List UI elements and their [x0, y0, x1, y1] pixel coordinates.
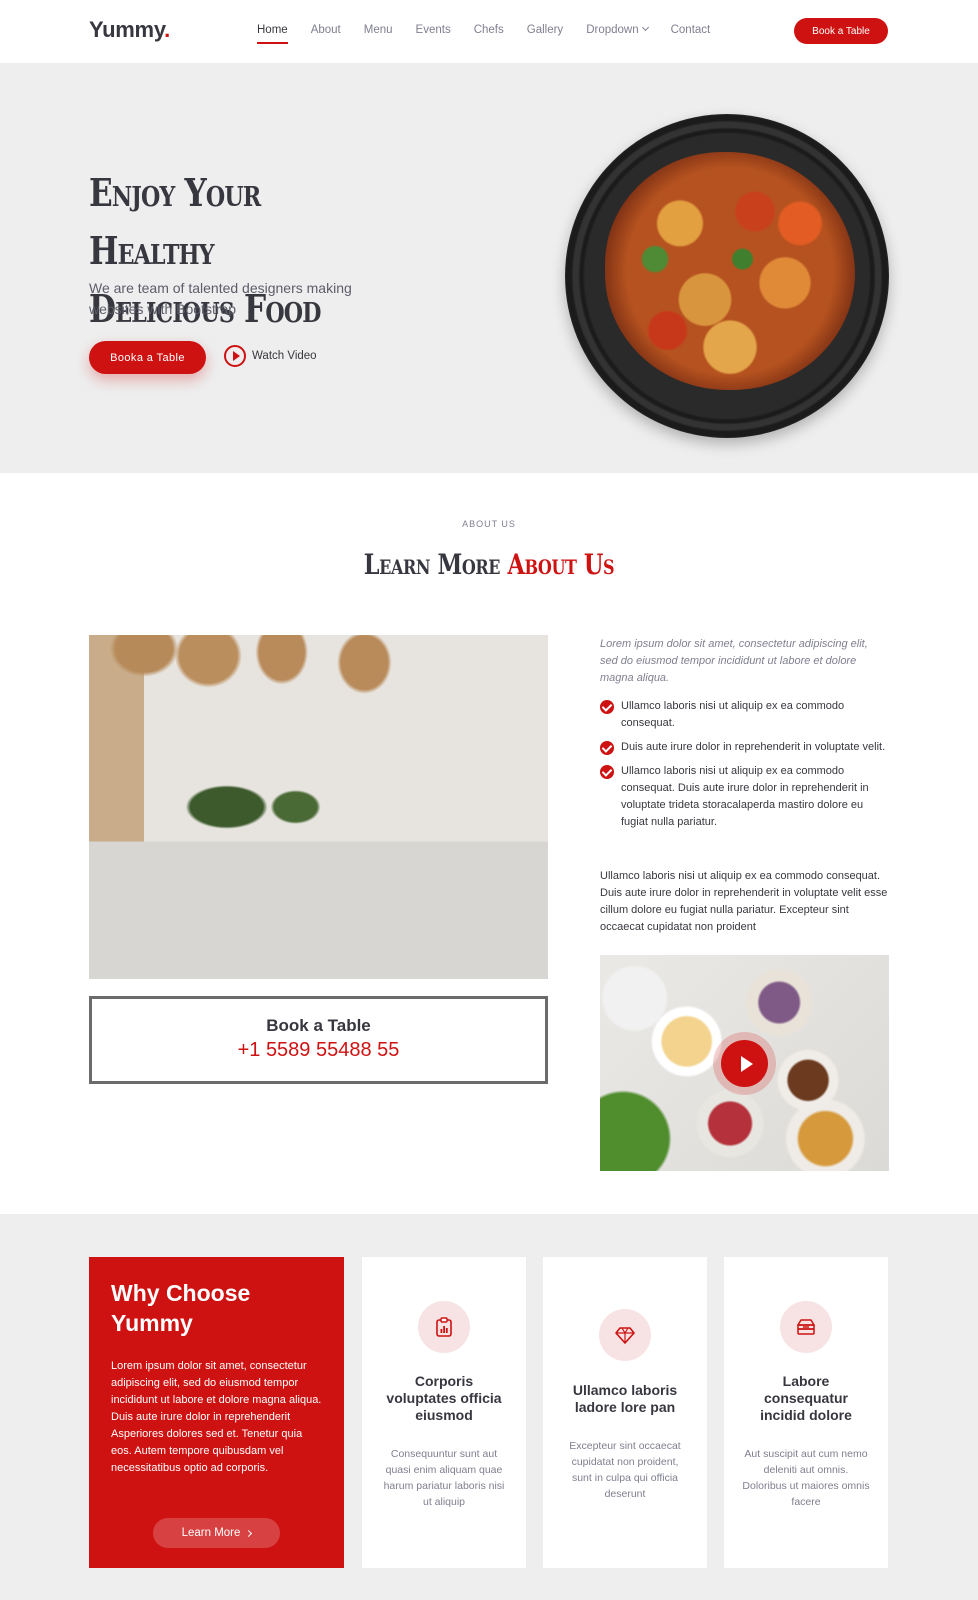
card-title: Labore consequatur incidid dolore [760, 1373, 852, 1423]
clipboard-data-icon [418, 1301, 470, 1353]
hero-subtitle: We are team of talented designers making… [89, 280, 352, 317]
about-intro: Lorem ipsum dolor sit amet, consectetur … [600, 638, 868, 684]
learn-more-button[interactable]: Learn More [153, 1518, 280, 1548]
chevron-down-icon [641, 23, 649, 32]
section-label: ABOUT US [462, 519, 516, 529]
check-circle-icon [600, 741, 614, 755]
hero-title-line1: Enjoy Your Healthy [89, 170, 261, 273]
card-text: Aut suscipit aut cum nemo deleniti aut o… [742, 1448, 870, 1508]
play-icon [740, 1055, 753, 1072]
feature-card: Corporis voluptates officia eiusmod Cons… [362, 1257, 526, 1568]
why-choose-box: Why Choose Yummy Lorem ipsum dolor sit a… [89, 1257, 344, 1568]
play-circle-icon [224, 345, 246, 367]
nav-gallery[interactable]: Gallery [527, 24, 563, 44]
hero-section: Enjoy Your Healthy Delicious Food We are… [0, 64, 978, 473]
nav-events[interactable]: Events [416, 24, 451, 44]
book-table-title: Book a Table [266, 1016, 371, 1035]
nav-contact[interactable]: Contact [671, 24, 711, 44]
inboxes-icon [780, 1301, 832, 1353]
card-title: Ullamco laboris ladore lore pan [572, 1382, 678, 1415]
hero-book-button[interactable]: Booka a Table [89, 341, 206, 374]
main-nav: Home About Menu Events Chefs Gallery Dro… [257, 23, 733, 44]
nav-chefs[interactable]: Chefs [474, 24, 504, 44]
play-video-button[interactable] [721, 1040, 768, 1087]
nav-about[interactable]: About [311, 24, 341, 44]
book-table-button[interactable]: Book a Table [794, 18, 888, 44]
feature-card: Ullamco laboris ladore lore pan Excepteu… [543, 1257, 707, 1568]
watch-video-label: Watch Video [252, 350, 317, 362]
nav-dropdown-label: Dropdown [586, 24, 639, 36]
card-title: Corporis voluptates officia eiusmod [386, 1373, 502, 1423]
site-header: Yummy. Home About Menu Events Chefs Gall… [0, 0, 978, 64]
nav-menu[interactable]: Menu [364, 24, 393, 44]
nav-home[interactable]: Home [257, 24, 288, 44]
hero-food-image [565, 114, 889, 438]
chevron-right-icon [245, 1529, 253, 1537]
check-circle-icon [600, 765, 614, 779]
check-circle-icon [600, 700, 614, 714]
logo[interactable]: Yummy. [89, 17, 170, 43]
book-table-box[interactable]: Book a Table +1 5589 55488 55 [89, 996, 548, 1084]
watch-video-link[interactable]: Watch Video [224, 345, 317, 367]
section-title: Learn More About Us [363, 548, 615, 581]
list-item: Ullamco laboris nisi ut aliquip ex ea co… [600, 763, 890, 831]
food-dish [605, 152, 855, 390]
gem-icon [599, 1309, 651, 1361]
why-text: Lorem ipsum dolor sit amet, consectetur … [111, 1360, 322, 1474]
food-video-thumbnail [600, 955, 889, 1171]
list-item: Ullamco laboris nisi ut aliquip ex ea co… [600, 698, 890, 732]
card-text: Excepteur sint occaecat cupidatat non pr… [569, 1440, 681, 1500]
why-title: Why Choose Yummy [111, 1280, 251, 1336]
restaurant-interior-image [89, 635, 548, 979]
card-text: Consequuntur sunt aut quasi enim aliquam… [383, 1448, 505, 1508]
phone-number[interactable]: +1 5589 55488 55 [92, 1039, 545, 1062]
feature-list: Ullamco laboris nisi ut aliquip ex ea co… [600, 698, 890, 838]
nav-dropdown[interactable]: Dropdown [586, 23, 649, 44]
why-choose-section: Why Choose Yummy Lorem ipsum dolor sit a… [0, 1214, 978, 1600]
list-item: Duis aute irure dolor in reprehenderit i… [600, 739, 890, 756]
feature-card: Labore consequatur incidid dolore Aut su… [724, 1257, 888, 1568]
about-body: Ullamco laboris nisi ut aliquip ex ea co… [600, 870, 888, 933]
